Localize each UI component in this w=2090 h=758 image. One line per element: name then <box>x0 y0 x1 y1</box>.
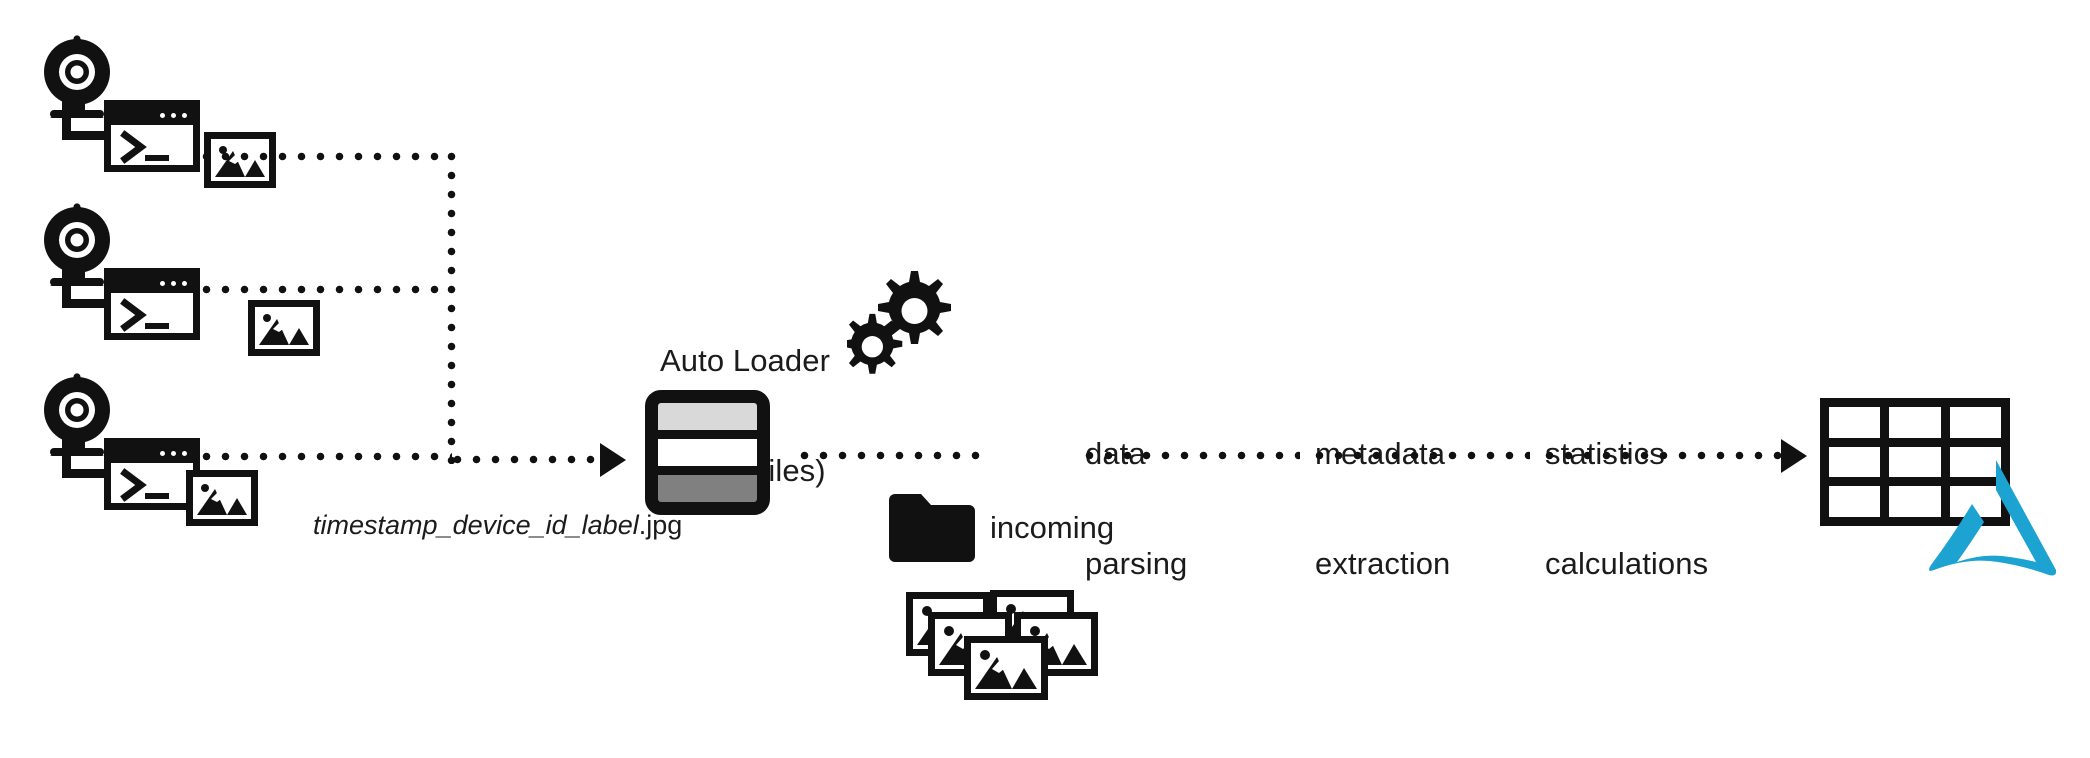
table-cell <box>1949 407 2001 438</box>
source-connector-3 <box>202 452 452 461</box>
table-cell <box>1829 407 1881 438</box>
stage-label-2: metadata extraction <box>1315 363 1450 656</box>
source-elbow-1 <box>62 100 110 140</box>
terminal-dot-1 <box>160 451 165 456</box>
terminal-dot-3 <box>182 281 187 286</box>
terminal-body <box>111 463 193 503</box>
source-bus-vertical <box>447 152 456 464</box>
delta-table-group <box>1820 398 2070 628</box>
delta-lake-logo-icon <box>1928 458 2068 593</box>
source-row-3: timestamp_device_id_label.jpg <box>0 348 682 588</box>
terminal-dot-2 <box>171 281 176 286</box>
stage-connector-1 <box>1085 451 1300 460</box>
stage-connector-2 <box>1315 451 1530 460</box>
terminal-titlebar <box>111 445 193 463</box>
terminal-window-2 <box>104 268 200 340</box>
terminal-dot-1 <box>160 281 165 286</box>
stage-label-1: data parsing <box>1085 363 1187 656</box>
stack-band-bottom <box>658 466 757 502</box>
stack-band-top <box>658 403 757 430</box>
terminal-dot-2 <box>171 113 176 118</box>
terminal-body <box>111 125 193 165</box>
source-elbow-3 <box>62 438 110 478</box>
table-cell <box>1829 446 1881 478</box>
terminal-window-1 <box>104 100 200 172</box>
terminal-dot-2 <box>171 451 176 456</box>
ingest-arrow-head <box>600 443 626 477</box>
table-cell <box>1889 407 1941 438</box>
ingest-arrow-line <box>453 455 603 464</box>
source-elbow-2 <box>62 268 110 308</box>
stage-2-line-2: extraction <box>1315 545 1451 581</box>
terminal-dot-3 <box>182 451 187 456</box>
stage-1-line-2: parsing <box>1085 545 1188 581</box>
autoloader-output-line <box>800 451 980 460</box>
terminal-body <box>111 293 193 333</box>
source-connector-2 <box>202 285 452 294</box>
table-cell <box>1829 486 1881 517</box>
stack-band-middle <box>658 430 757 466</box>
terminal-titlebar <box>111 275 193 293</box>
terminal-dot-1 <box>160 113 165 118</box>
auto-loader-stack <box>645 390 770 515</box>
filename-stem: timestamp_device_id_label <box>313 509 639 540</box>
folder-icon <box>885 492 977 562</box>
sink-arrow-head <box>1781 439 1807 473</box>
gears-icon <box>842 265 977 400</box>
terminal-dot-3 <box>182 113 187 118</box>
stage-3-line-2: calculations <box>1545 545 1709 581</box>
stack-image-5 <box>964 636 1048 700</box>
auto-loader-title: Auto Loader <box>659 343 830 379</box>
stage-connector-3 <box>1545 451 1783 460</box>
stage-label-3: statistics calculations <box>1545 363 1708 656</box>
source-connector-1 <box>202 152 447 161</box>
filename-caption: timestamp_device_id_label.jpg <box>268 478 682 574</box>
image-file-3 <box>186 470 258 526</box>
diagram-canvas: timestamp_device_id_label.jpg Auto Loade… <box>0 0 2090 758</box>
terminal-titlebar <box>111 107 193 125</box>
